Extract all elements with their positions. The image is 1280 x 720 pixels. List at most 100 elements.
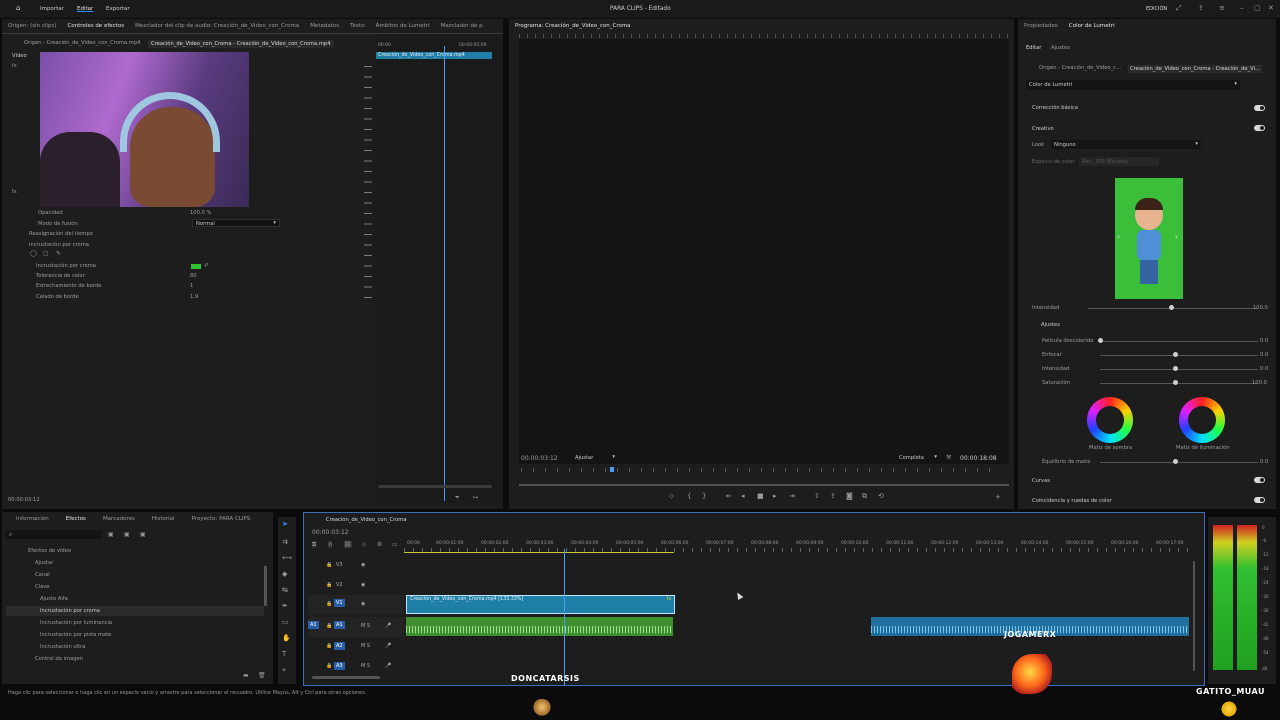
mute-solo-buttons[interactable]: M S [361,643,370,649]
lock-icon[interactable]: 🔒 [326,601,332,607]
tab-source[interactable]: Origen: (sin clips) [8,23,56,29]
eye-icon[interactable]: ◉ [361,601,365,607]
shadow-tint-wheel[interactable] [1087,397,1133,443]
captions-icon[interactable]: ▭ [392,541,398,548]
saturation-knob[interactable] [1173,380,1178,385]
lock-icon[interactable]: 🔒 [326,643,332,649]
menu-import[interactable]: Importar [40,6,64,12]
tree-track-matte[interactable]: Incrustación por pista mate [40,632,111,638]
timeline-settings-icon[interactable]: ⚙ [377,541,382,548]
pen-mask-icon[interactable]: ✎ [56,250,61,257]
lumetri-effect-select[interactable]: Color de Lumetri ▾ [1026,80,1240,90]
eye-icon[interactable]: ◉ [361,562,365,568]
lock-icon[interactable]: 🔒 [326,663,332,669]
sharpen-value[interactable]: 0.0 [1260,352,1268,358]
track-label-v2[interactable]: V2 [336,582,343,588]
tree-ultra-key[interactable]: Incrustación ultra [40,644,85,650]
linked-selection-icon[interactable]: ⛓ [344,541,352,548]
mini-playhead[interactable] [444,46,445,501]
look-select[interactable]: Ninguno ▾ [1051,140,1201,149]
publish-icon[interactable]: ⇪ [1198,5,1204,12]
fit-select[interactable]: Ajustar ▾ [573,453,617,462]
new-folder-icon[interactable]: ▬ [243,672,249,679]
lumetri-seq-clip[interactable]: Creación_de_Video_con_Croma - Creación_d… [1128,65,1262,73]
saturation-value[interactable]: 100.0 [1252,380,1267,386]
tab-effects[interactable]: Efectos [66,516,86,522]
tab-lumetri-color[interactable]: Color de Lumetri [1069,23,1115,29]
pen-tool-icon[interactable]: ✒ [282,603,288,610]
camera-icon[interactable]: ◙ [846,493,853,500]
effects-search-input[interactable]: ⌕ [6,530,102,539]
vibrance-knob[interactable] [1173,366,1178,371]
minimize-icon[interactable]: – [1240,5,1244,12]
rect-mask-icon[interactable]: ▢ [43,250,49,257]
curves-toggle[interactable] [1254,477,1265,483]
tint-balance-knob[interactable] [1173,459,1178,464]
tab-program[interactable]: Programa: Creación_de_Video_con_Croma [515,23,631,29]
mic-icon[interactable]: 🎤 [385,623,391,629]
tolerance-value[interactable]: 80 [190,273,197,279]
eyedropper-icon[interactable]: ✐ [204,262,209,269]
marker-icon[interactable]: ⬦ [669,493,674,500]
sequence-clip-tab[interactable]: Creación_de_Video_con_Croma - Creación_d… [148,40,334,48]
opacity-value[interactable]: 100.0 % [190,210,211,216]
selection-tool-icon[interactable]: ➤ [282,521,288,528]
tint-balance-value[interactable]: 0.0 [1260,459,1268,465]
tree-keying[interactable]: Clave [35,584,50,590]
video-clip[interactable]: Creación_de_Video_con_Croma.mp4 [133.33%… [406,595,675,614]
intensity-value[interactable]: 100.0 [1253,305,1268,311]
track-select-icon[interactable]: ⇉ [282,539,288,546]
accelerated-icon[interactable]: ▣ [108,531,114,538]
menu-export[interactable]: Exportar [106,6,130,12]
yuv-icon[interactable]: ▣ [140,531,146,538]
mark-out-icon[interactable]: } [702,493,706,500]
step-back-icon[interactable]: ◂ [741,493,745,500]
lock-icon[interactable]: 🔒 [326,582,332,588]
extract-icon[interactable]: ⇪ [830,493,836,500]
tree-adjust[interactable]: Ajustar [35,560,53,566]
fx-toggle-icon[interactable]: fx [12,63,17,70]
tab-metadata[interactable]: Metadatos [310,23,339,29]
tab-history[interactable]: Historial [152,516,175,522]
menu-edit[interactable]: Editar [77,6,93,12]
loop-icon[interactable]: ⟲ [878,493,884,500]
sharpen-knob[interactable] [1173,352,1178,357]
mini-scrollbar[interactable] [378,485,492,488]
creative-toggle[interactable] [1254,125,1265,131]
compare-icon[interactable]: ⧉ [862,493,867,500]
mini-clip-bar[interactable]: Creación_de_Video_con_Croma.mp4 [376,52,492,59]
32bit-icon[interactable]: ▣ [124,531,130,538]
type-tool-icon[interactable]: T [282,651,286,658]
lumetri-master-clip[interactable]: Origen - Creación_de_Video_c... [1039,65,1121,71]
tree-alpha-adjust[interactable]: Ajuste Alfa [40,596,68,602]
add-marker-icon[interactable]: ⬦ [362,541,366,548]
zoom-tool-icon[interactable]: ⌖ [282,667,286,674]
mic-icon[interactable]: 🎤 [385,643,391,649]
close-icon[interactable]: ✕ [1268,5,1274,12]
razor-tool-icon[interactable]: ◆ [282,571,287,578]
step-forward-icon[interactable]: ▸ [773,493,777,500]
mark-in-icon[interactable]: { [687,493,691,500]
faded-film-value[interactable]: 0.0 [1260,338,1268,344]
edge-feather-value[interactable]: 1.9 [190,294,198,300]
mute-solo-buttons[interactable]: M S [361,623,370,629]
wrench-icon[interactable]: ⚒ [946,454,951,461]
menu-icon[interactable]: ≡ [1219,5,1225,12]
timeline-tab[interactable]: Creación_de_Video_con_Croma [326,517,407,523]
track-label-a2[interactable]: A2 [334,642,345,650]
filter-icon[interactable]: ⏷ [455,494,460,501]
rectangle-tool-icon[interactable]: ▭ [282,619,289,626]
mic-icon[interactable]: 🎤 [385,663,391,669]
lift-icon[interactable]: ⇧ [814,493,820,500]
eye-icon[interactable]: ◉ [361,582,365,588]
look-next-icon[interactable]: › [1175,234,1178,241]
blend-mode-select[interactable]: Normal ▾ [192,219,280,227]
hand-tool-icon[interactable]: ✋ [282,635,291,642]
tab-mixer[interactable]: Mezclador de p [441,23,483,29]
highlight-tint-wheel[interactable] [1179,397,1225,443]
key-color-swatch[interactable] [191,264,201,269]
program-scrollbar[interactable] [519,484,1009,486]
tab-info[interactable]: Información [16,516,49,522]
intensity-slider-knob[interactable] [1169,305,1174,310]
edge-thin-value[interactable]: 1 [190,283,193,289]
